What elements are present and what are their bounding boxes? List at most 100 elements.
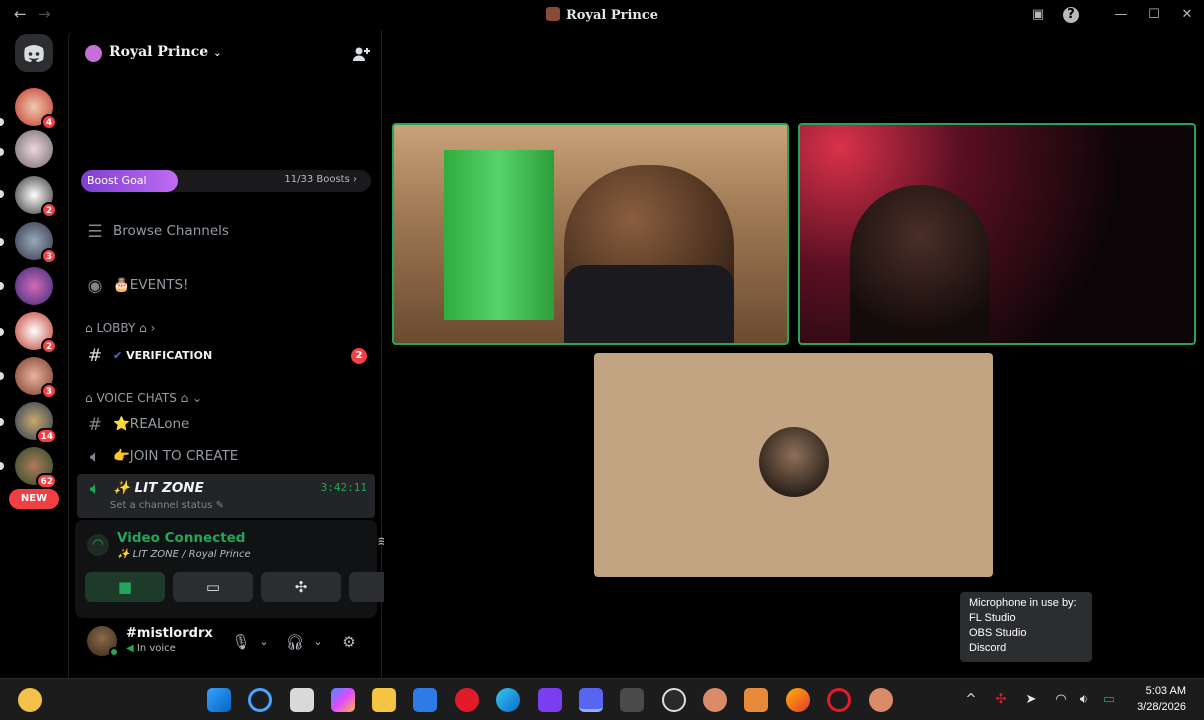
server-icon[interactable]: 4: [15, 88, 57, 130]
server-name[interactable]: Royal Prince ⌄: [109, 44, 221, 60]
boost-goal-bar[interactable]: Boost Goal 11/33 Boosts ›: [81, 170, 371, 192]
taskbar: ^ ✣ ➤ ◠ 🔉︎ ▭ 5:03 AM 3/28/2026: [0, 678, 1204, 720]
participant-tile[interactable]: [594, 353, 993, 577]
category-voice-chats[interactable]: ⌂ VOICE CHATS ⌂ ⌄: [85, 391, 202, 405]
stage-icon: ◉: [87, 276, 103, 296]
unread-pill: [0, 418, 4, 426]
opera-gx-icon[interactable]: [827, 688, 851, 712]
tray-app-icon[interactable]: ✣: [992, 691, 1010, 709]
discord-taskbar-icon[interactable]: [579, 688, 603, 712]
speaker-icon: 🔈︎: [89, 447, 101, 467]
close-icon[interactable]: ✕: [1179, 7, 1195, 23]
chevron-down-icon[interactable]: ⌄: [308, 632, 328, 652]
unread-pill: [0, 328, 4, 336]
clock-date[interactable]: 3/28/2026: [1137, 701, 1186, 713]
channel-join-to-create[interactable]: 🔈︎ 👉JOIN TO CREATE: [77, 442, 375, 472]
chevron-down-icon[interactable]: ⌄: [254, 632, 274, 652]
weather-icon[interactable]: [18, 688, 42, 712]
server-icon[interactable]: 3: [15, 222, 57, 264]
unread-pill: [0, 118, 4, 126]
discord-home-icon[interactable]: [15, 34, 53, 72]
microphone-tooltip: Microphone in use by: FL Studio OBS Stud…: [960, 592, 1092, 662]
unread-pill: [0, 148, 4, 156]
server-icon[interactable]: 14: [15, 402, 57, 444]
headphones-icon[interactable]: 🎧︎: [285, 632, 305, 652]
activities-icon: ✣: [294, 578, 308, 596]
copilot-icon[interactable]: [331, 688, 355, 712]
maximize-icon[interactable]: ☐: [1146, 7, 1162, 23]
app-icon[interactable]: [703, 688, 727, 712]
window-title: Royal Prince: [0, 7, 1204, 23]
channel-lit-zone[interactable]: 🔈︎ ✨ LIT ZONE 3:42:11 Set a channel stat…: [77, 474, 375, 518]
screen-share-button[interactable]: ▭: [173, 572, 253, 602]
video-grid: [384, 30, 1204, 678]
participant-avatar: [759, 427, 829, 497]
server-icon[interactable]: 2: [15, 312, 57, 354]
chrome-icon[interactable]: [786, 688, 810, 712]
windows-start-icon[interactable]: [207, 688, 231, 712]
unread-pill: [0, 462, 4, 470]
boost-count: 11/33 Boosts ›: [284, 174, 357, 185]
channel-status[interactable]: Set a channel status ✎: [110, 500, 224, 511]
edge-icon[interactable]: [496, 688, 520, 712]
channel-events[interactable]: ◉ 🎂EVENTS!: [77, 271, 375, 301]
new-badge[interactable]: NEW: [9, 489, 59, 509]
username[interactable]: #mistlordrx: [126, 626, 213, 641]
voice-channel-path: ✨ LIT ZONE / Royal Prince: [117, 549, 251, 560]
server-header[interactable]: Royal Prince ⌄: [69, 30, 383, 78]
server-icon[interactable]: 62: [15, 447, 57, 489]
server-avatar-icon: [545, 7, 560, 21]
participant-video: [564, 265, 734, 343]
status-dot: [109, 647, 119, 657]
browse-channels[interactable]: ☰ Browse Channels: [77, 217, 375, 247]
video-tile[interactable]: [392, 123, 789, 345]
microphone-icon[interactable]: 🎙︎: [231, 632, 251, 652]
chevron-down-icon: ⌄: [213, 48, 222, 59]
volume-icon[interactable]: 🔉︎: [1075, 691, 1093, 709]
fl-studio-icon[interactable]: [744, 688, 768, 712]
hashtag-icon: #: [87, 415, 103, 435]
search-icon[interactable]: [248, 688, 272, 712]
title-bar: ← → Royal Prince ▣ ? — ☐ ✕: [0, 0, 1204, 30]
activities-button[interactable]: ✣: [261, 572, 341, 602]
battery-icon[interactable]: ▭: [1100, 691, 1118, 709]
camera-button[interactable]: ■: [85, 572, 165, 602]
browse-channels-icon: ☰: [87, 222, 103, 242]
gear-icon[interactable]: ⚙: [339, 632, 359, 652]
clock-time[interactable]: 5:03 AM: [1146, 685, 1186, 697]
user-panel: #mistlordrx ◀ In voice 🎙︎ ⌄ 🎧︎ ⌄ ⚙: [69, 616, 383, 672]
channel-realone[interactable]: # ⭐REALone: [77, 410, 375, 440]
add-user-icon[interactable]: [351, 44, 371, 64]
server-rail: 4 2 3 2 3 14 62 NEW: [0, 30, 68, 678]
screen-share-icon: ▭: [205, 578, 221, 596]
cursor-icon: ➤: [1025, 692, 1037, 707]
mail-icon[interactable]: [413, 688, 437, 712]
help-icon[interactable]: ?: [1063, 7, 1079, 23]
boost-goal-label: Boost Goal: [87, 174, 147, 187]
server-icon[interactable]: 3: [15, 357, 57, 399]
clipchamp-icon[interactable]: [538, 688, 562, 712]
category-lobby[interactable]: ⌂ LOBBY ⌂ ›: [85, 321, 155, 335]
opera-icon[interactable]: [455, 688, 479, 712]
camera-icon: ■: [117, 578, 133, 596]
signal-icon[interactable]: ◠: [87, 534, 109, 556]
server-icon[interactable]: [15, 267, 53, 305]
server-icon[interactable]: [15, 130, 53, 168]
wifi-icon[interactable]: ◠: [1052, 691, 1070, 709]
obs-icon[interactable]: [662, 688, 686, 712]
inbox-icon[interactable]: ▣: [1030, 7, 1046, 23]
file-explorer-icon[interactable]: [372, 688, 396, 712]
voice-status[interactable]: Video Connected: [117, 530, 245, 546]
channel-sidebar: Royal Prince ⌄ Boost Goal 11/33 Boosts ›…: [68, 30, 429, 678]
user-status: ◀ In voice: [126, 643, 176, 654]
server-icon[interactable]: 2: [15, 176, 57, 218]
minimize-icon[interactable]: —: [1113, 7, 1129, 23]
chevron-up-icon[interactable]: ^: [962, 691, 980, 709]
channel-verification[interactable]: # ✔ VERIFICATION 2: [77, 341, 375, 371]
video-tile[interactable]: [798, 123, 1196, 345]
task-view-icon[interactable]: [290, 688, 314, 712]
participant-video: [850, 185, 990, 343]
unread-pill: [0, 238, 4, 246]
camera-app-icon[interactable]: [620, 688, 644, 712]
app-icon[interactable]: [869, 688, 893, 712]
